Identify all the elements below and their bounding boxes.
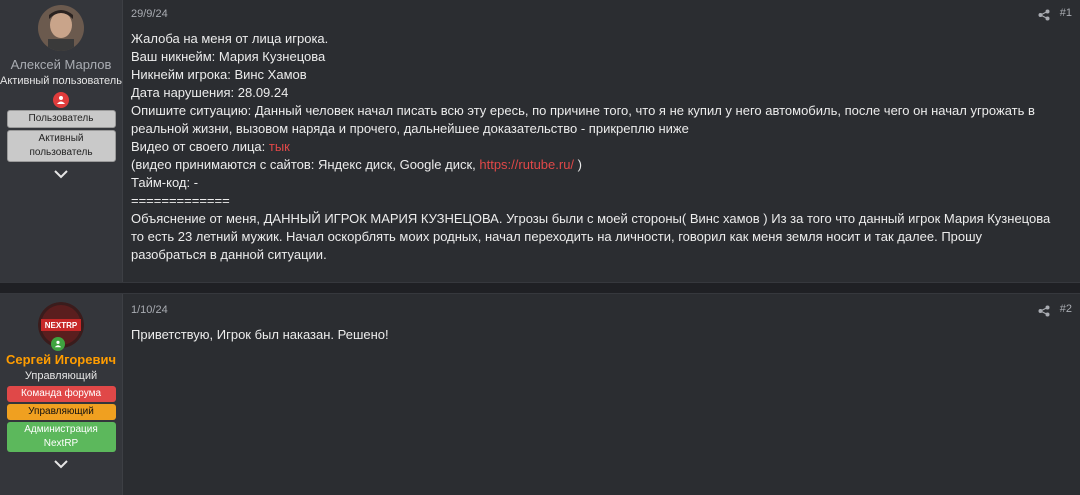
chevron-down-icon[interactable]: [53, 168, 69, 180]
post-1-content: 29/9/24 #1 Жалоба на меня от лица игрока…: [123, 0, 1080, 282]
badge-administration: Администрация NextRP: [6, 422, 116, 452]
post-2-content: 1/10/24 #2 Приветствую, Игрок был наказа…: [123, 294, 1080, 495]
post-text-line: Дата нарушения: 28.09.24: [131, 85, 289, 100]
video-label: Видео от своего лица:: [131, 139, 269, 154]
post-number[interactable]: #2: [1060, 303, 1072, 315]
rutube-link[interactable]: https://rutube.ru/: [479, 157, 574, 172]
author-title: Активный пользователь: [0, 75, 122, 87]
author-title: Управляющий: [24, 370, 98, 382]
post-2: NEXTRP Сергей Игоревич Управляющий Коман…: [0, 294, 1080, 495]
badge-user: Пользователь: [6, 110, 116, 128]
post-text-line: Тайм-код: -: [131, 175, 199, 190]
post-text-line: Жалоба на меня от лица игрока.: [131, 31, 329, 46]
share-icon[interactable]: [1038, 304, 1050, 317]
post-text-line: Объяснение от меня, ДАННЫЙ ИГРОК МАРИЯ К…: [131, 211, 1054, 262]
post-text-line: Опишите ситуацию: Данный человек начал п…: [131, 103, 1039, 136]
post-text-line: Видео от своего лица: тык: [131, 138, 1060, 156]
post-number[interactable]: #1: [1060, 7, 1072, 19]
badge-manager: Управляющий: [6, 404, 116, 420]
user-status-icon: [53, 92, 69, 108]
avatar[interactable]: [38, 5, 84, 51]
badge-active-user: Активный пользователь: [6, 130, 116, 162]
post-text-line: Приветствую, Игрок был наказан. Решено!: [131, 327, 389, 342]
author-name[interactable]: Алексей Марлов: [11, 57, 112, 72]
post-date[interactable]: 29/9/24: [131, 8, 168, 20]
post-text-line: Никнейм игрока: Винс Хамов: [131, 67, 307, 82]
post-separator: [0, 282, 1080, 294]
chevron-down-icon[interactable]: [53, 458, 69, 470]
user-status-icon: [51, 337, 65, 351]
badge-forum-team: Команда форума: [6, 386, 116, 402]
video-sites-text: (видео принимаются с сайтов: Яндекс диск…: [131, 157, 480, 172]
avatar-logo-text: NEXTRP: [45, 321, 78, 330]
post-text-line: =============: [131, 193, 230, 208]
post-1-user-info: Алексей Марлов Активный пользователь Пол…: [0, 0, 123, 282]
video-link[interactable]: тык: [269, 139, 290, 154]
author-name[interactable]: Сергей Игоревич: [6, 352, 116, 367]
post-2-user-info: NEXTRP Сергей Игоревич Управляющий Коман…: [0, 294, 123, 495]
post-body: Жалоба на меня от лица игрока. Ваш никне…: [131, 30, 1060, 264]
video-sites-suffix: ): [574, 157, 582, 172]
post-text-line: Ваш никнейм: Мария Кузнецова: [131, 49, 326, 64]
post-text-line: (видео принимаются с сайтов: Яндекс диск…: [131, 156, 1060, 174]
post-1: Алексей Марлов Активный пользователь Пол…: [0, 0, 1080, 282]
post-date[interactable]: 1/10/24: [131, 304, 168, 316]
share-icon[interactable]: [1038, 8, 1050, 21]
post-body: Приветствую, Игрок был наказан. Решено!: [131, 326, 1060, 344]
